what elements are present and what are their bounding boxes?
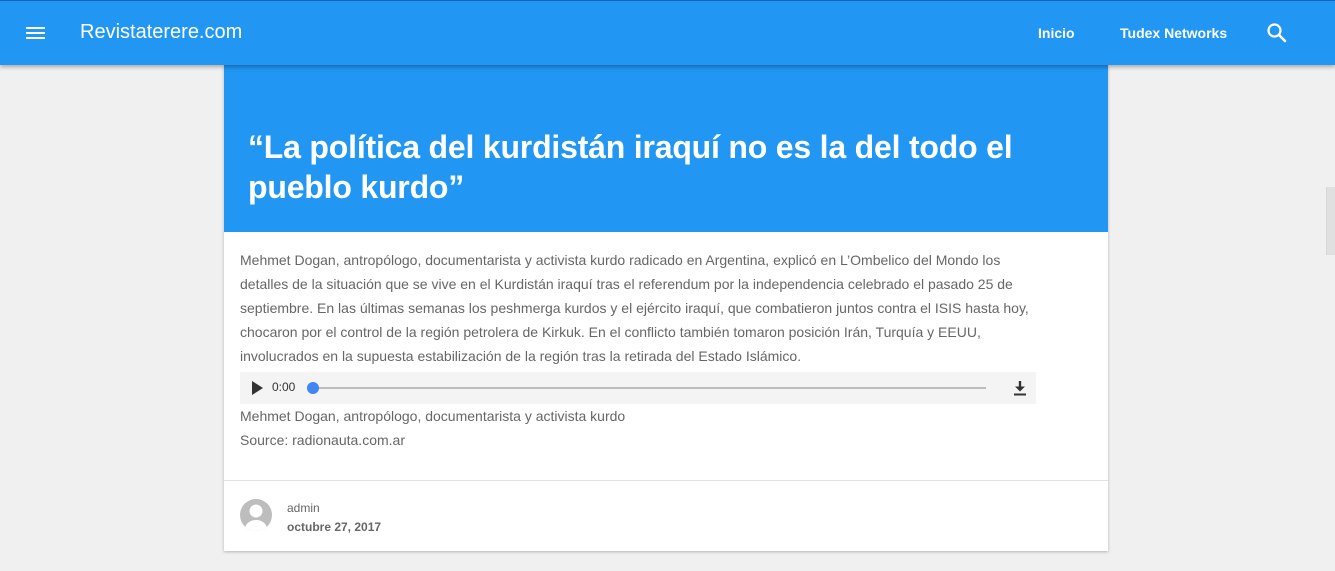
audio-progress-track[interactable] (312, 387, 986, 389)
page-scrollbar-thumb[interactable] (1326, 187, 1335, 255)
top-app-bar: Revistaterere.com Inicio Tudex Networks (0, 0, 1335, 65)
footer-divider (224, 480, 1108, 481)
audio-player: 0:00 (240, 372, 1036, 404)
nav-link-tudex-networks[interactable]: Tudex Networks (1120, 25, 1227, 41)
post-source: Source: radionauta.com.ar (240, 432, 405, 448)
post-content: Mehmet Dogan, antropólogo, documentarist… (224, 232, 1108, 452)
play-icon[interactable] (252, 381, 263, 395)
audio-caption: Mehmet Dogan, antropólogo, documentarist… (240, 408, 626, 424)
menu-icon[interactable] (24, 22, 48, 44)
site-brand-link[interactable]: Revistaterere.com (80, 21, 242, 44)
post-date: octubre 27, 2017 (287, 520, 382, 534)
post-title: “La política del kurdistán iraquí no es … (248, 129, 1013, 205)
post-header: “La política del kurdistán iraquí no es … (224, 65, 1108, 232)
post-paragraph: Mehmet Dogan, antropólogo, documentarist… (240, 252, 1029, 364)
post-author[interactable]: admin (287, 501, 320, 515)
avatar-icon (240, 499, 272, 531)
download-icon[interactable] (1011, 379, 1029, 397)
post-card: “La política del kurdistán iraquí no es … (224, 65, 1108, 551)
audio-progress-knob[interactable] (307, 382, 319, 394)
audio-time: 0:00 (272, 380, 296, 394)
search-icon[interactable] (1265, 21, 1289, 45)
nav-link-inicio[interactable]: Inicio (1038, 25, 1075, 41)
